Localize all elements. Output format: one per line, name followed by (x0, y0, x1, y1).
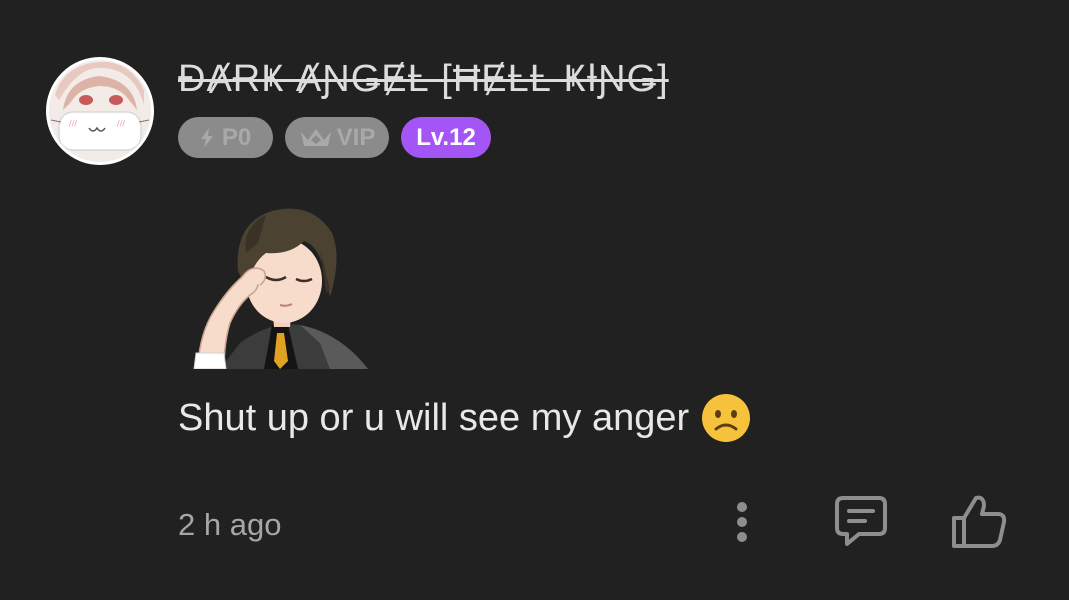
comment-text: Shut up or u will see my anger (178, 396, 690, 439)
reply-comment-icon (835, 496, 887, 546)
level-badge[interactable]: Lv.12 (401, 117, 491, 158)
user-badges: P0 VIP Lv.12 (178, 117, 491, 158)
more-vertical-icon (737, 502, 747, 542)
svg-text:///: /// (117, 119, 125, 128)
lightning-icon (200, 127, 213, 148)
more-options-button[interactable] (727, 497, 757, 547)
thumbs-up-icon (952, 495, 1007, 548)
vip-badge-label: VIP (336, 123, 376, 151)
confused-face-emoji (702, 394, 751, 442)
reply-button[interactable] (833, 492, 889, 548)
anime-character-sticker (193, 208, 368, 370)
like-button[interactable] (950, 492, 1008, 550)
username[interactable]: ĐȺɌҜ ȺƝǤɆⱠ [ĦɆⱠⱠ ҜƗƝǤ] (178, 58, 669, 101)
svg-text:///: /// (69, 119, 77, 128)
avatar[interactable]: /// /// (46, 57, 154, 165)
points-badge-label: P0 (221, 123, 252, 151)
avatar-image: /// /// (49, 60, 151, 162)
level-badge-label: Lv.12 (416, 123, 476, 151)
sticker-image[interactable] (180, 193, 370, 370)
comment-body: Shut up or u will see my anger (178, 393, 751, 443)
comment-timestamp: 2 h ago (178, 507, 282, 542)
vip-badge[interactable]: VIP (285, 117, 389, 158)
points-badge[interactable]: P0 (178, 117, 273, 158)
crown-icon (300, 128, 331, 146)
